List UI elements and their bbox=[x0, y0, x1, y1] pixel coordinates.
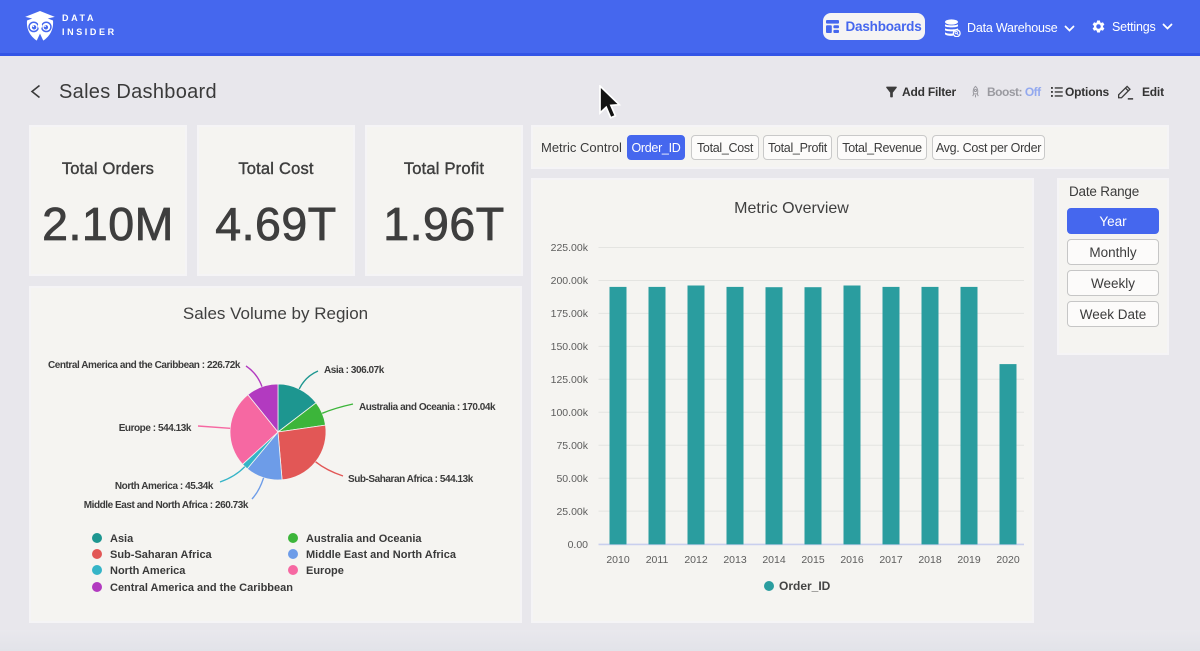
svg-text:2015: 2015 bbox=[801, 554, 825, 566]
svg-text:Order_ID: Order_ID bbox=[779, 579, 831, 593]
svg-text:2020: 2020 bbox=[996, 554, 1020, 566]
svg-text:Sub-Saharan Africa: Sub-Saharan Africa bbox=[110, 549, 213, 561]
svg-text:2018: 2018 bbox=[918, 554, 942, 566]
svg-text:150.00k: 150.00k bbox=[551, 341, 589, 353]
svg-text:2017: 2017 bbox=[879, 554, 903, 566]
svg-text:Europe : 544.13k: Europe : 544.13k bbox=[119, 423, 192, 434]
svg-text:Europe: Europe bbox=[306, 565, 344, 577]
svg-text:2011: 2011 bbox=[646, 554, 669, 566]
svg-text:2012: 2012 bbox=[684, 554, 708, 566]
svg-text:Central America and the Caribb: Central America and the Caribbean bbox=[110, 582, 293, 594]
svg-text:Australia and Oceania : 170.04: Australia and Oceania : 170.04k bbox=[359, 402, 496, 413]
svg-text:100.00k: 100.00k bbox=[551, 407, 589, 419]
svg-text:200.00k: 200.00k bbox=[551, 275, 589, 287]
svg-text:Sub-Saharan Africa : 544.13k: Sub-Saharan Africa : 544.13k bbox=[348, 474, 474, 485]
svg-text:25.00k: 25.00k bbox=[556, 506, 588, 518]
svg-text:2010: 2010 bbox=[606, 554, 630, 566]
svg-text:Asia : 306.07k: Asia : 306.07k bbox=[324, 365, 385, 376]
svg-text:125.00k: 125.00k bbox=[551, 374, 589, 386]
svg-text:75.00k: 75.00k bbox=[556, 440, 588, 452]
svg-text:2014: 2014 bbox=[762, 554, 786, 566]
svg-text:2013: 2013 bbox=[723, 554, 747, 566]
svg-text:Middle East and North Africa :: Middle East and North Africa : 260.73k bbox=[84, 500, 249, 511]
svg-text:225.00k: 225.00k bbox=[551, 242, 589, 254]
svg-text:Australia and Oceania: Australia and Oceania bbox=[306, 533, 422, 545]
svg-text:175.00k: 175.00k bbox=[551, 308, 589, 320]
svg-text:2016: 2016 bbox=[840, 554, 864, 566]
svg-text:0.00: 0.00 bbox=[568, 539, 589, 551]
svg-text:Asia: Asia bbox=[110, 533, 134, 545]
svg-text:Middle East and North Africa: Middle East and North Africa bbox=[306, 549, 457, 561]
svg-text:Central America and the Caribb: Central America and the Caribbean : 226.… bbox=[48, 360, 241, 371]
svg-text:North America : 45.34k: North America : 45.34k bbox=[115, 481, 214, 492]
svg-text:2019: 2019 bbox=[957, 554, 981, 566]
svg-text:50.00k: 50.00k bbox=[556, 473, 588, 485]
svg-text:North America: North America bbox=[110, 565, 186, 577]
